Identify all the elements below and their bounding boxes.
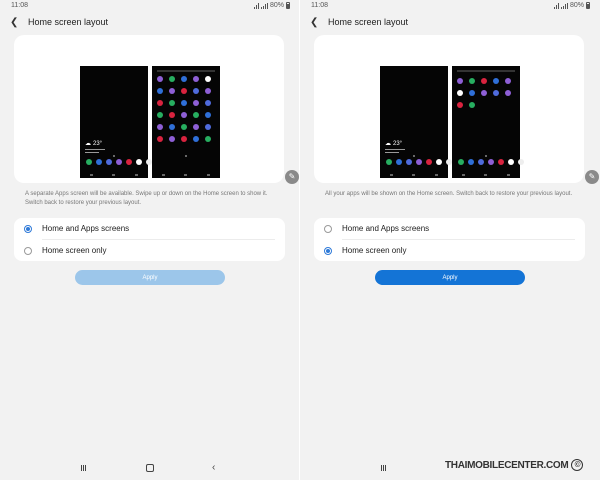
apps-screen-preview (152, 66, 220, 178)
apply-button[interactable]: Apply (75, 270, 225, 285)
watermark-text: THAIMOBILECENTER.COM (445, 459, 569, 471)
mini-nav (80, 174, 148, 176)
recent-apps-icon[interactable] (81, 465, 86, 471)
status-bar: 11:08 80% (300, 0, 600, 12)
layout-options-card: Home and Apps screens Home screen only (314, 218, 585, 261)
home-page-2-preview (452, 66, 524, 178)
app-icon (96, 159, 102, 165)
screen-panel-left: 11:08 80% ❮ Home screen layout ☁ 23° ✎ A… (0, 0, 300, 480)
page-indicator (485, 155, 487, 157)
page-header: ❮ Home screen layout (310, 14, 408, 30)
signal-icon (260, 2, 268, 9)
page-header: ❮ Home screen layout (10, 14, 108, 30)
search-bar (457, 70, 515, 72)
layout-description: A separate Apps screen will be available… (25, 191, 268, 206)
cloud-icon: ☁ (85, 141, 91, 147)
widget-line (85, 152, 99, 153)
app-icon (436, 159, 442, 165)
home-icon[interactable] (146, 464, 154, 472)
dock-row (386, 159, 452, 165)
app-icon (136, 159, 142, 165)
mini-nav (152, 174, 220, 176)
cloud-icon: ☁ (385, 141, 391, 147)
back-arrow-icon[interactable]: ❮ (10, 17, 20, 28)
option-label: Home and Apps screens (342, 224, 430, 233)
widget-line (85, 149, 105, 150)
page-indicator (185, 155, 187, 157)
layout-preview-card: ☁ 23° (314, 35, 584, 183)
screen-panel-right: 11:08 80% ❮ Home screen layout ☁ 23° ✎ A… (300, 0, 600, 480)
widget-line (385, 152, 399, 153)
battery-icon (286, 2, 290, 9)
weather-widget: ☁ 23° (85, 140, 105, 153)
home-screen-preview: ☁ 23° (380, 66, 452, 178)
app-icon (426, 159, 432, 165)
option-home-and-apps[interactable]: Home and Apps screens (14, 218, 285, 239)
option-home-only[interactable]: Home screen only (314, 240, 585, 261)
signal-icon (560, 2, 568, 9)
back-arrow-icon[interactable]: ❮ (310, 17, 320, 28)
battery-percent: 80% (569, 2, 584, 9)
layout-description: All your apps will be shown on the Home … (325, 191, 573, 197)
option-home-and-apps[interactable]: Home and Apps screens (314, 218, 585, 239)
dock-row (458, 159, 524, 165)
app-icon (396, 159, 402, 165)
status-icons: 80% (253, 2, 290, 9)
page-indicator (113, 155, 115, 157)
navigation-bar: ‹ (0, 462, 300, 475)
option-label: Home screen only (342, 246, 407, 255)
dock-row (86, 159, 152, 165)
edit-icon[interactable]: ✎ (285, 170, 299, 184)
edit-icon[interactable]: ✎ (585, 170, 599, 184)
option-label: Home and Apps screens (42, 224, 130, 233)
wifi-icon (553, 2, 559, 9)
search-bar (157, 70, 215, 72)
battery-icon (586, 2, 590, 9)
status-time: 11:08 (311, 2, 328, 9)
page-title: Home screen layout (28, 17, 109, 27)
apply-button[interactable]: Apply (375, 270, 525, 285)
status-bar: 11:08 80% (0, 0, 300, 12)
app-icon (106, 159, 112, 165)
copyright-icon: © (571, 459, 584, 471)
watermark: THAIMOBILECENTER.COM © (445, 459, 584, 471)
app-icon (126, 159, 132, 165)
mini-nav (380, 174, 448, 176)
mini-nav (452, 174, 520, 176)
radio-selected-icon[interactable] (324, 246, 332, 255)
battery-percent: 80% (269, 2, 284, 9)
option-home-only[interactable]: Home screen only (14, 240, 285, 261)
page-indicator (413, 155, 415, 157)
comparison-wrapper: 11:08 80% ❮ Home screen layout ☁ 23° ✎ A… (0, 0, 600, 480)
radio-unselected-icon[interactable] (324, 224, 332, 233)
app-icon (86, 159, 92, 165)
weather-widget: ☁ 23° (385, 140, 405, 153)
home-screen-preview: ☁ 23° (80, 66, 152, 178)
back-nav-icon[interactable]: ‹ (212, 462, 215, 473)
app-icon (416, 159, 422, 165)
status-time: 11:08 (11, 2, 28, 9)
radio-unselected-icon[interactable] (24, 246, 32, 255)
app-icon (116, 159, 122, 165)
option-label: Home screen only (42, 246, 107, 255)
radio-selected-icon[interactable] (24, 224, 32, 233)
app-icon (406, 159, 412, 165)
layout-options-card: Home and Apps screens Home screen only (14, 218, 285, 261)
page-title: Home screen layout (328, 17, 409, 27)
layout-preview-card: ☁ 23° (14, 35, 284, 183)
weather-temp: 23° (93, 140, 103, 147)
weather-temp: 23° (393, 140, 403, 147)
wifi-icon (253, 2, 259, 9)
widget-line (385, 149, 405, 150)
apps-grid (457, 78, 511, 108)
app-icon (386, 159, 392, 165)
apps-grid (157, 76, 211, 142)
recent-apps-icon[interactable] (381, 465, 386, 471)
status-icons: 80% (553, 2, 590, 9)
